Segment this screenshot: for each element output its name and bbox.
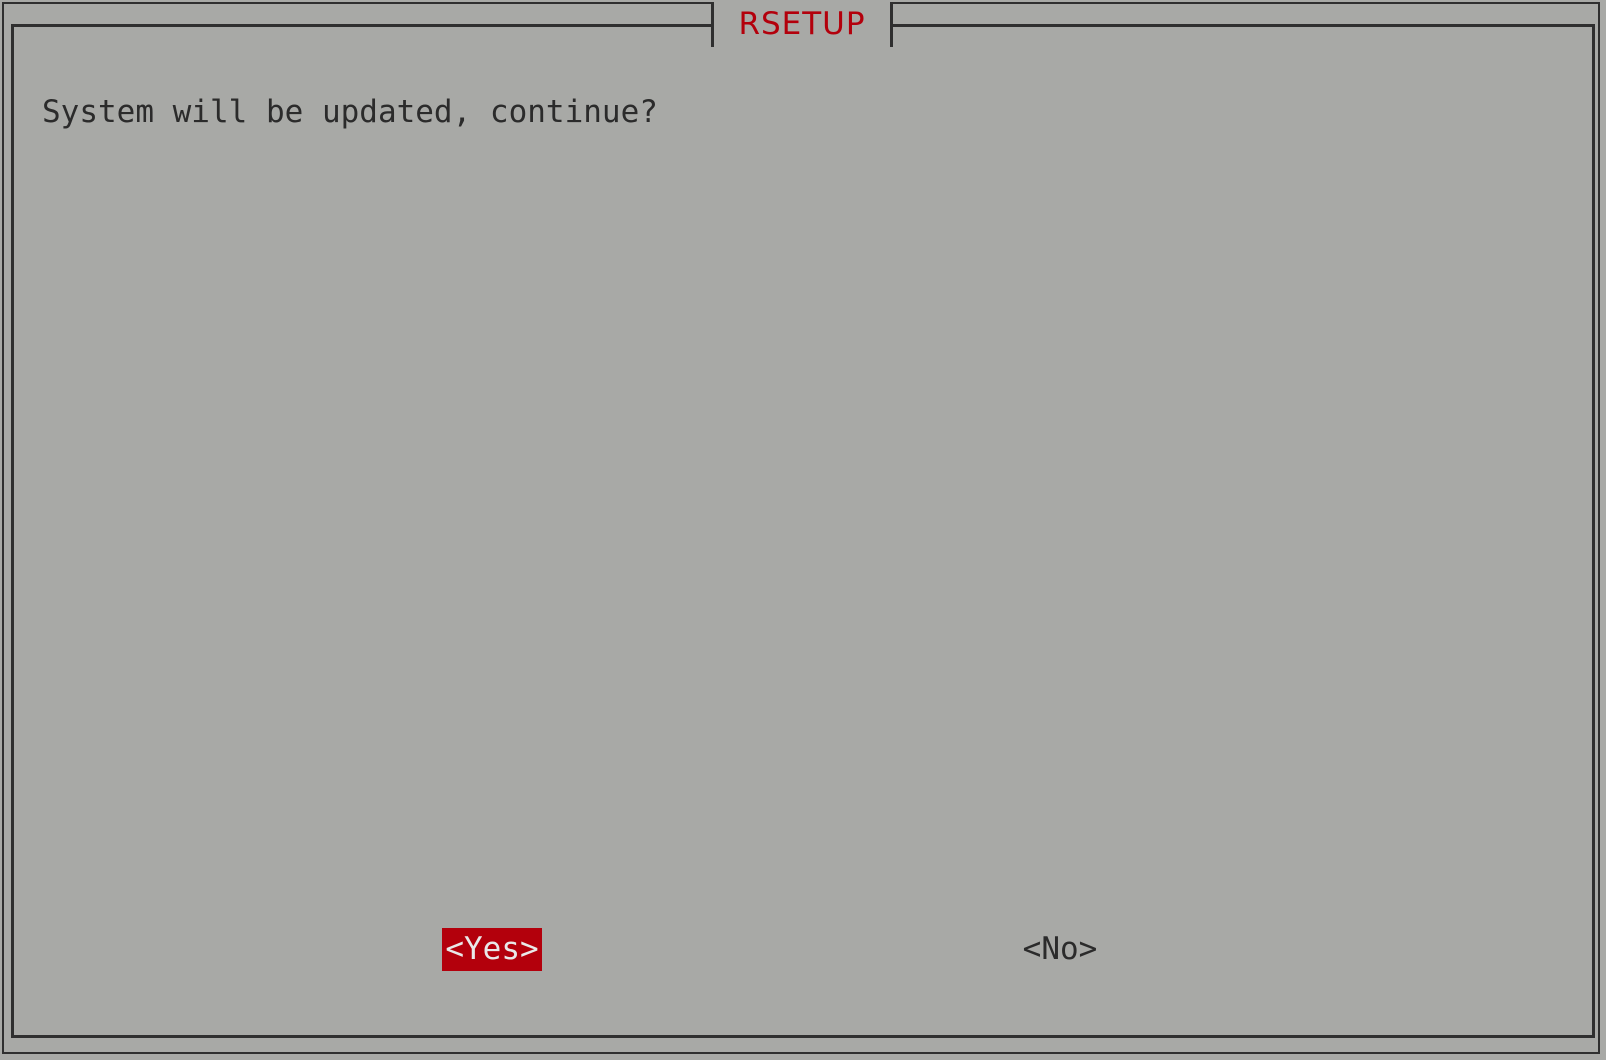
dialog-box [11,24,1595,1038]
terminal-screen: RSETUP System will be updated, continue?… [0,0,1606,1060]
title-right-bracket [890,2,893,47]
yes-button[interactable]: <Yes> [442,928,542,971]
dialog-title: RSETUP [738,6,866,42]
dialog-message: System will be updated, continue? [42,94,658,130]
no-button[interactable]: <No> [1019,928,1101,971]
